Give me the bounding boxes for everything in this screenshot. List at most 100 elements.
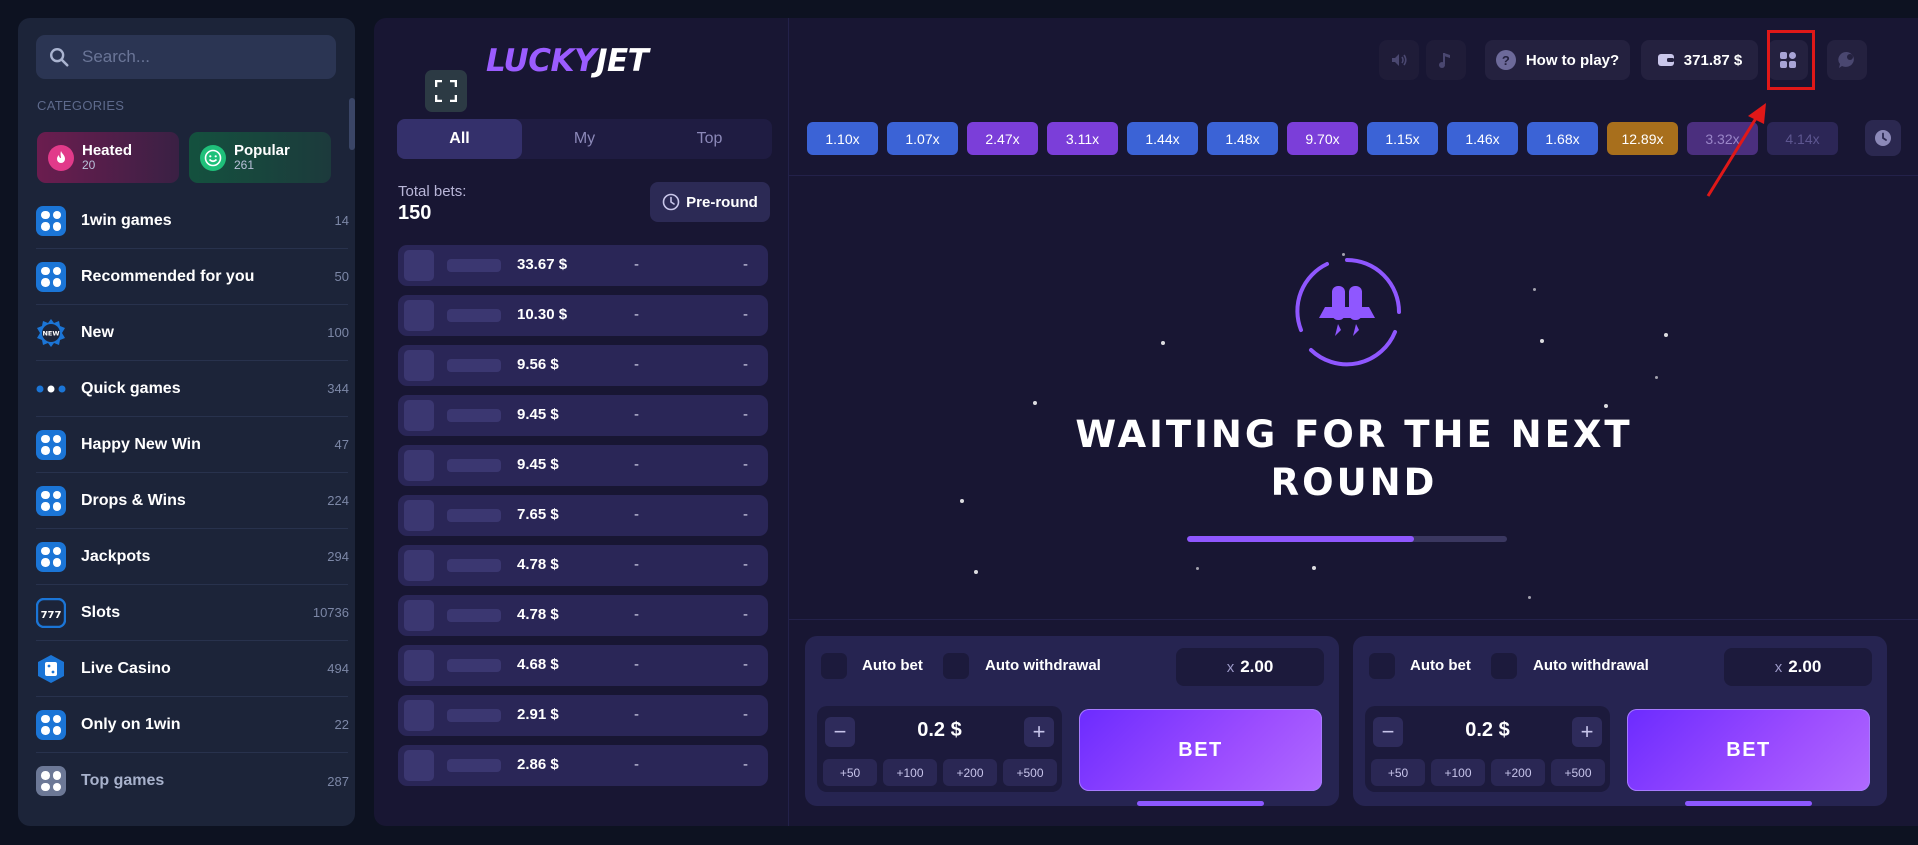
auto-withdrawal-checkbox[interactable] (1491, 653, 1517, 679)
quick-add-button[interactable]: +50 (823, 759, 877, 786)
multiplier-input[interactable]: x 2.00 (1724, 648, 1872, 686)
bet-win: - (743, 506, 748, 523)
bet-coef: - (634, 556, 639, 573)
sidebar-item-1win-games[interactable]: 1win games 14 (36, 193, 349, 249)
fullscreen-icon (435, 80, 457, 102)
music-note-icon (1439, 53, 1450, 68)
sidebar-item-top-games[interactable]: Top games 287 (36, 753, 349, 809)
quick-add-button[interactable]: +100 (1431, 759, 1485, 786)
game-frame: LUCKYJET All My Top Total bets: 150 Pre-… (374, 18, 1918, 826)
coef-badge: 1.44x (1127, 122, 1198, 155)
bet-amount-value[interactable]: 0.2 $ (877, 719, 1002, 742)
history-button[interactable] (1865, 120, 1901, 156)
chip-heated[interactable]: Heated 20 (37, 132, 179, 183)
increase-amount-button[interactable]: + (1024, 717, 1054, 747)
sidebar-item-label: Slots (81, 603, 121, 621)
how-to-play-button[interactable]: ? How to play? (1485, 40, 1630, 80)
bet-win: - (743, 606, 748, 623)
search-icon (50, 48, 69, 67)
bet-coef: - (634, 356, 639, 373)
quick-add-button[interactable]: +100 (883, 759, 937, 786)
quick-add-button[interactable]: +200 (943, 759, 997, 786)
player-name-placeholder (447, 459, 501, 472)
sound-button[interactable] (1379, 40, 1419, 80)
sidebar-item-drops-wins[interactable]: Drops & Wins 224 (36, 473, 349, 529)
sidebar-item-live-casino[interactable]: Live Casino 494 (36, 641, 349, 697)
player-name-placeholder (447, 259, 501, 272)
auto-withdrawal-checkbox[interactable] (943, 653, 969, 679)
round-progress-fill (1187, 536, 1415, 542)
multiplier-value: 2.00 (1240, 657, 1274, 676)
bet-amount-value[interactable]: 0.2 $ (1425, 719, 1550, 742)
multiplier-input[interactable]: x 2.00 (1176, 648, 1324, 686)
sidebar-item-recommended[interactable]: Recommended for you 50 (36, 249, 349, 305)
tab-my[interactable]: My (522, 119, 647, 159)
sidebar-item-quick-games[interactable]: Quick games 344 (36, 361, 349, 417)
sidebar-item-only-on-1win[interactable]: Only on 1win 22 (36, 697, 349, 753)
bet-row: 9.56 $ - - (398, 345, 768, 386)
bet-panel-2: Auto bet Auto withdrawal x 2.00 − 0.2 $ +… (1353, 636, 1887, 806)
sidebar: CATEGORIES Heated 20 Popular 261 1win ga… (18, 18, 355, 826)
search-input[interactable] (82, 47, 322, 67)
auto-bet-checkbox[interactable] (1369, 653, 1395, 679)
decrease-amount-button[interactable]: − (825, 717, 855, 747)
quick-add-button[interactable]: +200 (1491, 759, 1545, 786)
bet-win: - (743, 656, 748, 673)
bet-amount: 9.45 $ (517, 456, 559, 473)
flame-icon (48, 144, 74, 171)
increase-amount-button[interactable]: + (1572, 717, 1602, 747)
bet-button[interactable]: BET (1079, 709, 1322, 791)
bet-row: 9.45 $ - - (398, 395, 768, 436)
pre-round-button[interactable]: Pre-round (650, 182, 770, 222)
sidebar-item-count: 47 (334, 437, 349, 452)
grid-icon (36, 485, 66, 516)
coef-badge: 1.15x (1367, 122, 1438, 155)
bet-amount: 10.30 $ (517, 306, 568, 323)
sidebar-item-label: Happy New Win (81, 435, 201, 453)
bet-coef: - (634, 706, 639, 723)
bet-panel-1: Auto bet Auto withdrawal x 2.00 − 0.2 $ +… (805, 636, 1339, 806)
sidebar-item-slots[interactable]: 777 Slots 10736 (36, 585, 349, 641)
auto-bet-label: Auto bet (862, 657, 923, 674)
quick-add-button[interactable]: +50 (1371, 759, 1425, 786)
bet-amount: 4.78 $ (517, 556, 559, 573)
game-area: ? How to play? 371.87 $ 1.10x 1.07x 2.47… (789, 18, 1918, 826)
sidebar-item-label: Jackpots (81, 547, 151, 565)
sidebar-item-label: Drops & Wins (81, 491, 186, 509)
tab-top[interactable]: Top (647, 119, 772, 159)
decrease-amount-button[interactable]: − (1373, 717, 1403, 747)
music-button[interactable] (1426, 40, 1466, 80)
bet-row: 9.45 $ - - (398, 445, 768, 486)
bet-amount: 4.78 $ (517, 606, 559, 623)
avatar (404, 450, 434, 481)
fullscreen-button[interactable] (425, 70, 467, 112)
grid-icon (36, 429, 66, 460)
auto-bet-checkbox[interactable] (821, 653, 847, 679)
avatar (404, 700, 434, 731)
chat-button[interactable] (1827, 40, 1867, 80)
sidebar-item-happy-new-win[interactable]: Happy New Win 47 (36, 417, 349, 473)
sidebar-scrollbar[interactable] (349, 98, 355, 150)
chip-popular[interactable]: Popular 261 (189, 132, 331, 183)
coef-badge: 1.07x (887, 122, 958, 155)
quick-add-button[interactable]: +500 (1551, 759, 1605, 786)
player-name-placeholder (447, 309, 501, 322)
sidebar-item-count: 14 (334, 213, 349, 228)
quick-add-button[interactable]: +500 (1003, 759, 1057, 786)
bet-win: - (743, 756, 748, 773)
bet-coef: - (634, 256, 639, 273)
sidebar-item-jackpots[interactable]: Jackpots 294 (36, 529, 349, 585)
sidebar-item-count: 494 (327, 661, 349, 676)
total-bets-value: 150 (398, 202, 432, 224)
avatar (404, 750, 434, 781)
coefficient-history: 1.10x 1.07x 2.47x 3.11x 1.44x 1.48x 9.70… (807, 122, 1847, 155)
sidebar-item-new[interactable]: NEW New 100 (36, 305, 349, 361)
grid-icon (36, 541, 66, 572)
bet-button[interactable]: BET (1627, 709, 1870, 791)
tab-all[interactable]: All (397, 119, 522, 159)
games-menu-button[interactable] (1768, 40, 1808, 80)
pre-round-label: Pre-round (686, 193, 758, 211)
player-name-placeholder (447, 659, 501, 672)
search-box[interactable] (36, 35, 336, 79)
sidebar-item-label: New (81, 323, 114, 341)
